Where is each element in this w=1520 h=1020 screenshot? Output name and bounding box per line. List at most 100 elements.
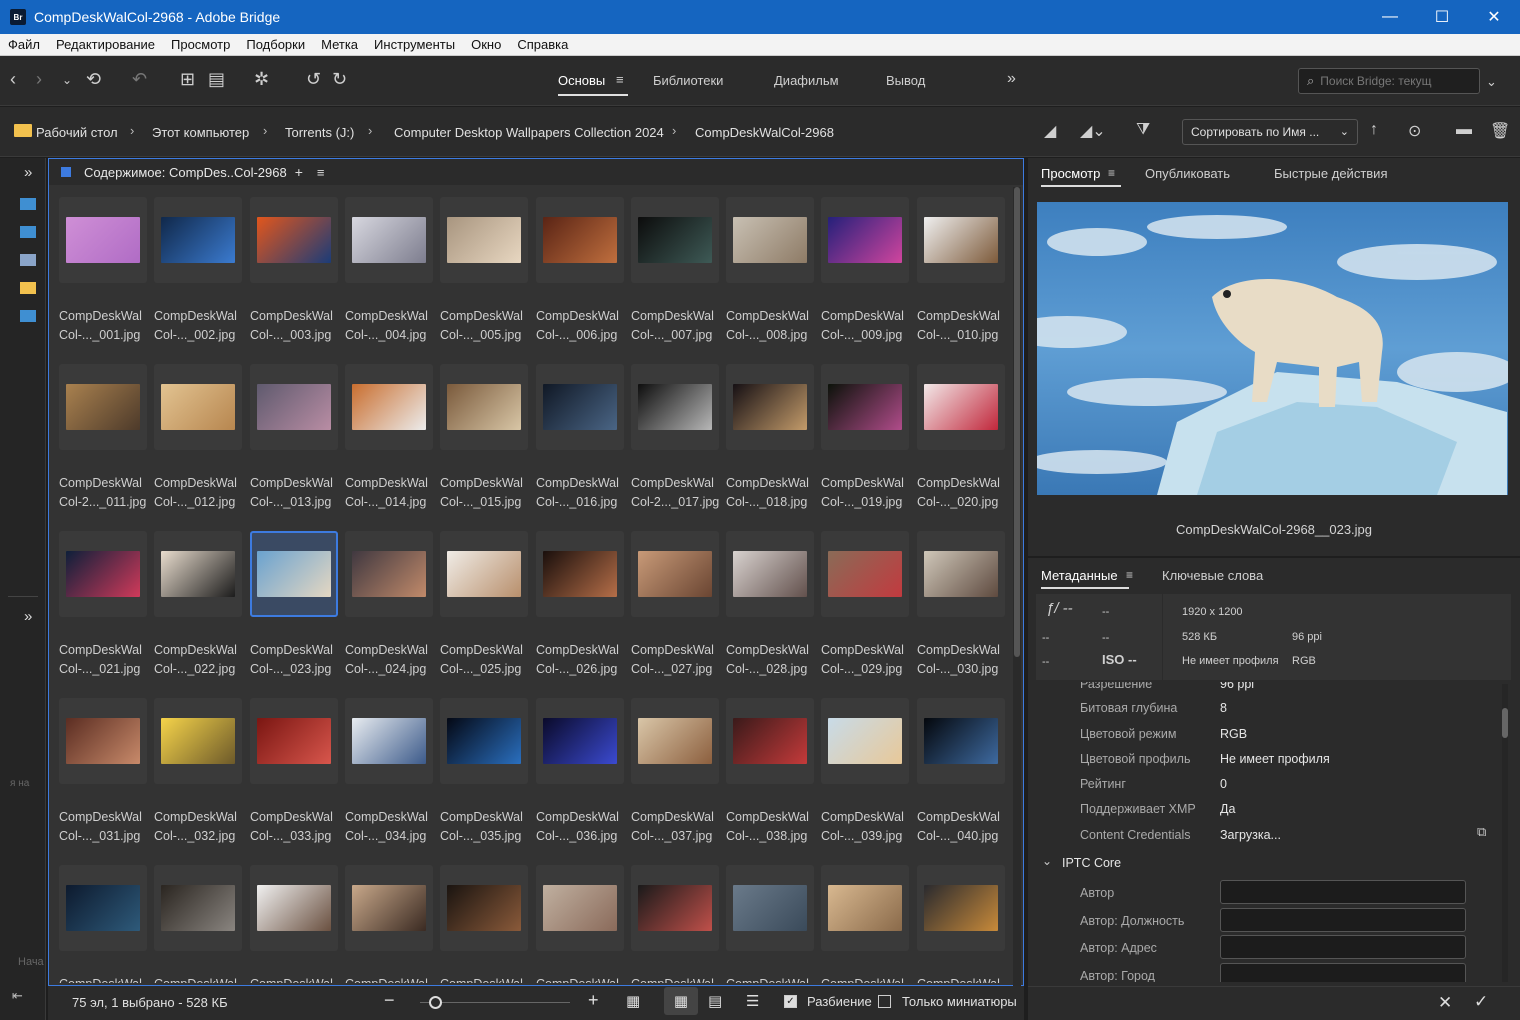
thumbnail-frame[interactable] <box>536 698 624 784</box>
rating-filter-icon[interactable]: ◢⌄ <box>1080 121 1106 141</box>
documents-icon[interactable] <box>20 254 36 266</box>
menu-file[interactable]: Файл <box>0 37 48 52</box>
tab-preview[interactable]: Просмотр <box>1041 166 1100 181</box>
thumbnail-item[interactable]: CompDeskWal Col-..._005.jpg <box>440 197 528 345</box>
minimize-button[interactable]: — <box>1364 0 1416 34</box>
breadcrumb-desktop[interactable]: Рабочий стол <box>36 125 118 140</box>
thumbnail-item[interactable]: CompDeskWal Col-..._022.jpg <box>154 531 242 679</box>
thumbnail-item[interactable]: CompDeskWalCol-..._043.jpg <box>250 865 338 983</box>
expand-panel-icon[interactable]: » <box>24 164 32 181</box>
open-recent-icon[interactable]: ⊙ <box>1408 121 1421 141</box>
stacks-checkbox[interactable]: ✓ <box>784 995 797 1008</box>
sort-ascending-icon[interactable]: ↑ <box>1370 121 1378 139</box>
thumbnail-item[interactable]: CompDeskWal Col-..._025.jpg <box>440 531 528 679</box>
thumbnail-frame[interactable] <box>536 865 624 951</box>
thumbnail-item[interactable]: CompDeskWal Col-..._001.jpg <box>59 197 147 345</box>
recent-history-icon[interactable]: ⟲ <box>86 69 101 90</box>
zoom-in-button[interactable]: + <box>588 990 599 1011</box>
thumbnail-frame[interactable] <box>726 531 814 617</box>
thumbnail-size-slider[interactable] <box>420 996 570 1009</box>
iptc-author-address-input[interactable] <box>1220 935 1466 959</box>
thumbnail-item[interactable]: CompDeskWal Col-..._035.jpg <box>440 698 528 846</box>
list-view-icon[interactable]: ☰ <box>746 992 759 1010</box>
thumbnail-item[interactable]: CompDeskWal Col-..._021.jpg <box>59 531 147 679</box>
thumbnail-frame[interactable] <box>631 197 719 283</box>
thumbnail-frame[interactable] <box>917 197 1005 283</box>
thumbnail-frame[interactable] <box>917 531 1005 617</box>
thumbnail-frame[interactable] <box>440 698 528 784</box>
thumbnail-item[interactable]: CompDeskWal Col-..._010.jpg <box>917 197 1005 345</box>
thumbnail-frame[interactable] <box>440 865 528 951</box>
thumbnail-item[interactable]: CompDeskWal Col-..._013.jpg <box>250 364 338 512</box>
forward-icon[interactable]: › <box>36 69 42 90</box>
thumbnail-frame[interactable] <box>917 364 1005 450</box>
thumbnail-item[interactable]: CompDeskWal Col-..._033.jpg <box>250 698 338 846</box>
thumbnail-frame[interactable] <box>345 364 433 450</box>
thumbnail-item[interactable]: CompDeskWal Col-..._037.jpg <box>631 698 719 846</box>
breadcrumb-this-pc[interactable]: Этот компьютер <box>152 125 249 140</box>
thumbnail-frame[interactable] <box>631 364 719 450</box>
desktop-icon[interactable] <box>20 198 36 210</box>
thumbnail-frame[interactable] <box>726 865 814 951</box>
thumbnail-frame[interactable] <box>59 698 147 784</box>
tab-quick-actions[interactable]: Быстрые действия <box>1274 166 1387 181</box>
search-field[interactable]: ⌕ Поиск Bridge: текущ <box>1298 68 1480 94</box>
thumbnail-item[interactable]: CompDeskWalCol-..._049.jpg <box>821 865 909 983</box>
thumbnail-item[interactable]: CompDeskWalCol-..._045.jpg <box>440 865 528 983</box>
thumbnail-item[interactable]: CompDeskWal Col-..._004.jpg <box>345 197 433 345</box>
thumbnail-frame[interactable] <box>59 531 147 617</box>
panel-menu-icon[interactable]: ≡ <box>1126 568 1133 582</box>
iptc-author-city-input[interactable] <box>1220 963 1466 982</box>
thumbnail-item[interactable]: CompDeskWal Col-..._019.jpg <box>821 364 909 512</box>
details-view-icon[interactable]: ▤ <box>708 992 722 1010</box>
thumbnail-frame[interactable] <box>536 197 624 283</box>
thumbnail-item[interactable]: CompDeskWal Col-2..._011.jpg <box>59 364 147 512</box>
section-chevron-icon[interactable]: ⌄ <box>1042 854 1052 868</box>
expand-panel-icon[interactable]: » <box>24 608 32 625</box>
thumbnail-frame[interactable] <box>821 197 909 283</box>
thumbnail-frame[interactable] <box>821 364 909 450</box>
slider-knob[interactable] <box>429 996 442 1009</box>
thumbnail-item[interactable]: CompDeskWalCol-..._047.jpg <box>631 865 719 983</box>
thumbnail-frame[interactable] <box>440 531 528 617</box>
more-workspaces-icon[interactable]: » <box>1007 70 1016 88</box>
add-tab-icon[interactable]: + <box>295 164 303 180</box>
menu-tools[interactable]: Инструменты <box>366 37 463 52</box>
open-in-camera-raw-icon[interactable]: ✲ <box>254 69 269 90</box>
menu-edit[interactable]: Редактирование <box>48 37 163 52</box>
iptc-author-input[interactable] <box>1220 880 1466 904</box>
thumbnails-only-checkbox[interactable] <box>878 995 891 1008</box>
thumbnail-frame[interactable] <box>440 197 528 283</box>
workspace-menu-icon[interactable]: ≡ <box>616 72 624 87</box>
lock-grid-icon[interactable]: ▦ <box>626 992 640 1010</box>
menu-label[interactable]: Метка <box>313 37 366 52</box>
preview-image[interactable] <box>1037 202 1508 495</box>
panel-menu-icon[interactable]: ≡ <box>317 165 325 180</box>
content-scrollbar[interactable] <box>1013 187 1021 987</box>
thumbnail-item[interactable]: CompDeskWal Col-..._034.jpg <box>345 698 433 846</box>
thumbnail-item[interactable]: CompDeskWal Col-..._016.jpg <box>536 364 624 512</box>
thumbnail-frame[interactable] <box>59 197 147 283</box>
maximize-button[interactable]: ☐ <box>1416 0 1468 34</box>
thumbnail-item[interactable]: CompDeskWal Col-..._009.jpg <box>821 197 909 345</box>
close-window-button[interactable]: ✕ <box>1468 0 1520 34</box>
metadata-scrollbar[interactable] <box>1502 684 1508 982</box>
thumbnail-frame[interactable] <box>536 364 624 450</box>
thumbnail-item[interactable]: CompDeskWal Col-..._027.jpg <box>631 531 719 679</box>
thumbnail-frame[interactable] <box>631 531 719 617</box>
thumbnail-item[interactable]: CompDeskWal Col-..._029.jpg <box>821 531 909 679</box>
thumbnail-item[interactable]: CompDeskWal Col-..._003.jpg <box>250 197 338 345</box>
thumbnail-item[interactable]: CompDeskWal Col-..._014.jpg <box>345 364 433 512</box>
workspace-essentials-tab[interactable]: Основы <box>558 73 605 88</box>
thumbnail-frame[interactable] <box>726 197 814 283</box>
tab-keywords[interactable]: Ключевые слова <box>1162 568 1263 583</box>
thumbnail-item[interactable]: CompDeskWal Col-..._038.jpg <box>726 698 814 846</box>
menu-window[interactable]: Окно <box>463 37 509 52</box>
thumbnail-frame[interactable] <box>631 865 719 951</box>
back-icon[interactable]: ‹ <box>10 69 16 90</box>
breadcrumb-collection[interactable]: Computer Desktop Wallpapers Collection 2… <box>394 125 664 140</box>
panel-menu-icon[interactable]: ≡ <box>1108 166 1115 180</box>
thumbnail-frame[interactable] <box>536 531 624 617</box>
thumbnail-item[interactable]: CompDeskWal Col-..._020.jpg <box>917 364 1005 512</box>
menu-stacks[interactable]: Подборки <box>238 37 313 52</box>
